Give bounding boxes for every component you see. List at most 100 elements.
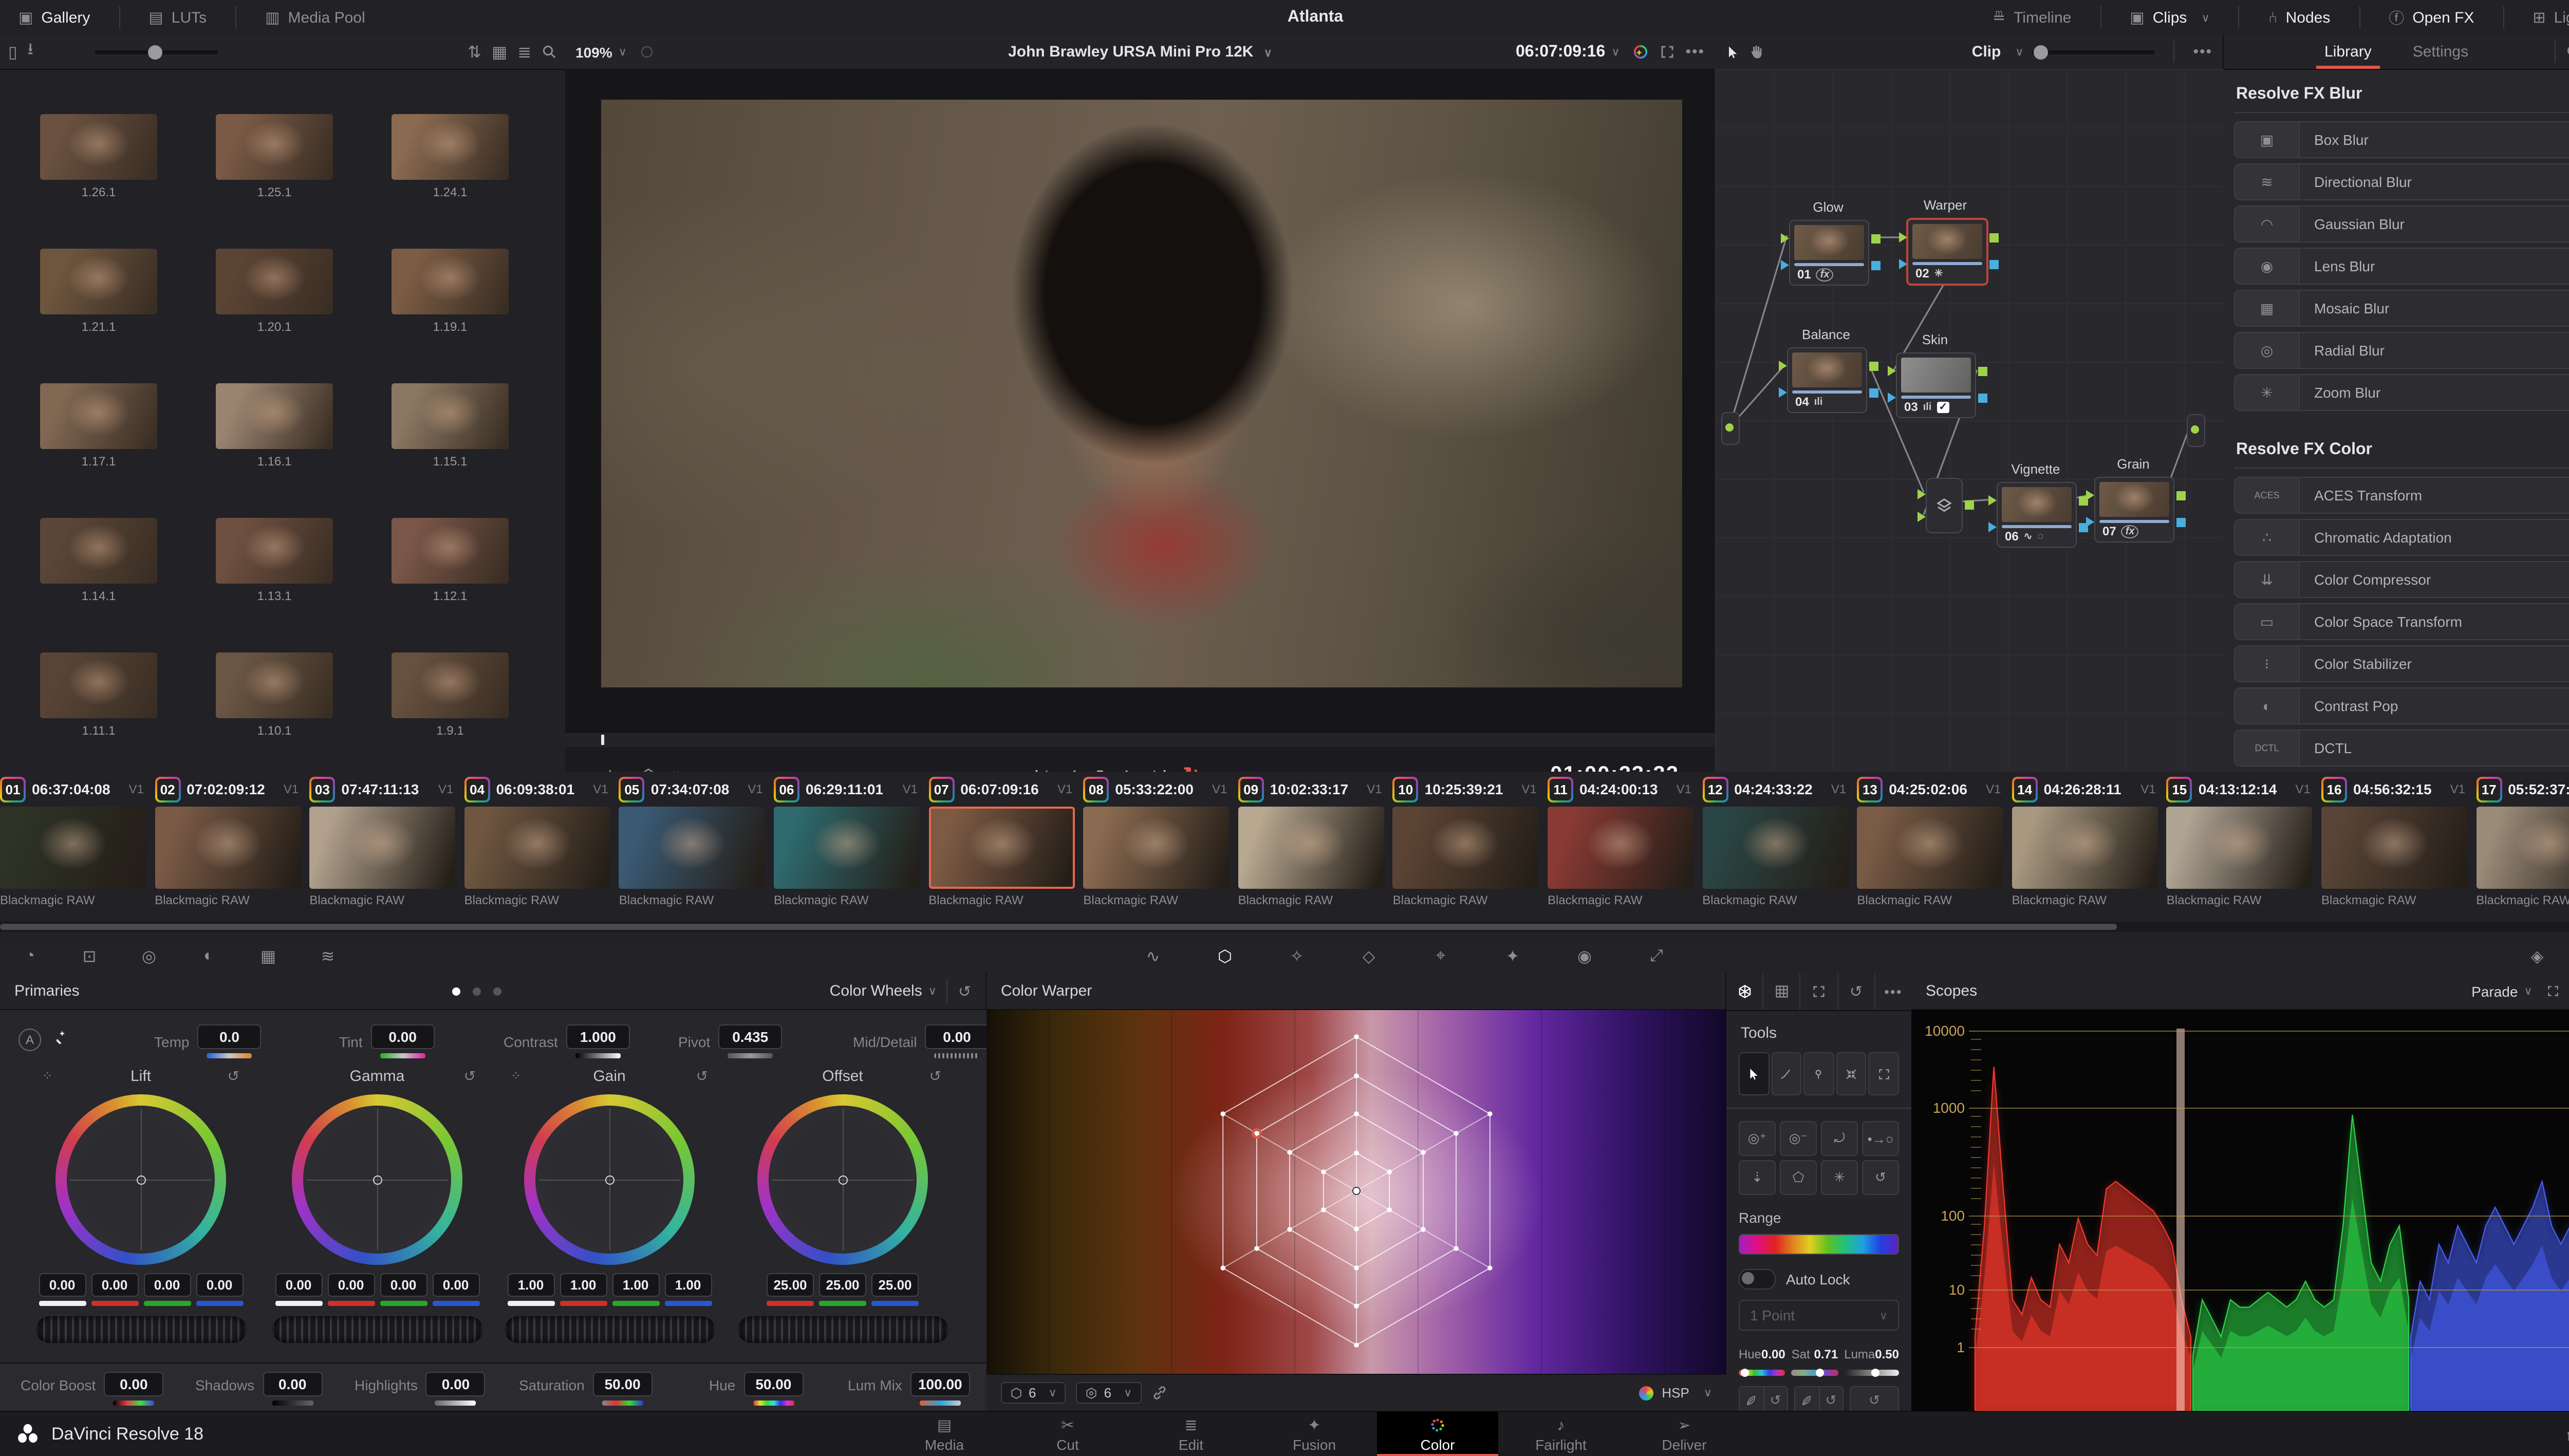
gamma-value-0[interactable]: 0.00 — [275, 1273, 322, 1297]
timeline-clip-thumbnail[interactable] — [155, 807, 301, 889]
shadows-value[interactable]: 0.00 — [263, 1372, 323, 1396]
jog-strip[interactable] — [565, 732, 1715, 747]
reset-selection-button[interactable]: ↺ — [1862, 1160, 1899, 1195]
slider-knob[interactable] — [148, 45, 163, 59]
remove-point-button[interactable]: ◎⁻ — [1780, 1121, 1817, 1156]
timeline-clip[interactable]: 09 10:02:33:17 V1 Blackmagic RAW — [1238, 772, 1392, 907]
timeline-clip[interactable]: 02 07:02:09:12 V1 Blackmagic RAW — [155, 772, 309, 907]
top-tab-gallery[interactable]: ▣ Gallery — [0, 0, 108, 35]
page-tab-cut[interactable]: ✂ Cut — [1007, 1412, 1128, 1456]
white-balance-picker-icon[interactable] — [53, 1029, 71, 1046]
gamma-value-2[interactable]: 0.00 — [380, 1273, 427, 1297]
top-tab-clips[interactable]: ▣ Clips ∨ — [2111, 0, 2228, 35]
gallery-still-thumb[interactable] — [40, 249, 157, 314]
sizing-palette-icon[interactable]: ⤢ — [1639, 940, 1674, 973]
gamma-value-3[interactable]: 0.00 — [432, 1273, 479, 1297]
clip-number-badge[interactable]: 09 — [1238, 776, 1264, 802]
page-tab-deliver[interactable]: ➢ Deliver — [1624, 1412, 1745, 1456]
library-tab-library[interactable]: Library — [2304, 35, 2392, 69]
auto-lock-toggle[interactable] — [1739, 1269, 1776, 1290]
offset-reset-icon[interactable]: ↺ — [929, 1067, 941, 1085]
gain-value-0[interactable]: 1.00 — [507, 1273, 554, 1297]
source-node[interactable] — [1721, 412, 1740, 445]
page-tab-color[interactable]: Color — [1377, 1412, 1498, 1456]
gamma-value-1[interactable]: 0.00 — [327, 1273, 375, 1297]
timeline-clip[interactable]: 01 06:37:04:08 V1 Blackmagic RAW — [0, 772, 154, 907]
warper-mesh[interactable] — [986, 1010, 1726, 1374]
timeline-clip-thumbnail[interactable] — [2012, 807, 2158, 889]
hue-reset-button[interactable]: ↺ — [1764, 1387, 1787, 1414]
library-item-color-stabilizer[interactable]: ⁝ Color Stabilizer — [2234, 645, 2569, 682]
hdr-grade-palette-icon[interactable]: ◐ — [191, 940, 226, 973]
top-tab-nodes[interactable]: ⑃ Nodes — [2250, 0, 2349, 35]
library-item-chromatic-adaptation[interactable]: ∴ Chromatic Adaptation — [2234, 519, 2569, 556]
pin-tool-button[interactable] — [1803, 1052, 1834, 1095]
clip-number-badge[interactable]: 10 — [1392, 776, 1419, 802]
gallery-still-thumb[interactable] — [40, 518, 157, 584]
select-tool-button[interactable] — [1739, 1052, 1770, 1095]
hue-steps-dropdown[interactable]: 6 ∨ — [1001, 1382, 1066, 1404]
timeline-clip[interactable]: 13 04:25:02:06 V1 Blackmagic RAW — [1857, 772, 2011, 907]
curves-palette-icon[interactable]: ∿ — [1135, 940, 1170, 973]
gain-value-2[interactable]: 1.00 — [612, 1273, 659, 1297]
gallery-still[interactable]: 1.25.1 — [216, 114, 333, 199]
add-point-button[interactable]: ◎⁺ — [1739, 1121, 1776, 1156]
draw-tool-button[interactable] — [1771, 1052, 1802, 1095]
viewer-options-icon[interactable]: ••• — [1685, 43, 1705, 61]
node-zoom-knob[interactable] — [2034, 45, 2049, 59]
gamma-reset-icon[interactable]: ↺ — [464, 1067, 476, 1085]
printer-lights-icon[interactable]: ⁘ — [42, 1069, 52, 1083]
timeline-clip-thumbnail[interactable] — [2321, 807, 2467, 889]
scope-mode-chevron-icon[interactable]: ∨ — [2524, 984, 2532, 998]
wheel-mode-chevron-icon[interactable]: ∨ — [928, 984, 937, 998]
lum-mix-value[interactable]: 100.00 — [910, 1372, 970, 1396]
range-gradient-strip[interactable] — [1739, 1234, 1899, 1255]
resolve-fx-enhance-icon[interactable] — [1632, 43, 1649, 61]
warper-canvas[interactable] — [986, 1010, 1726, 1374]
timecode-chevron-icon[interactable]: ∨ — [1611, 45, 1619, 59]
expand-warper-icon[interactable] — [1801, 973, 1838, 1010]
gallery-still-thumb[interactable] — [216, 652, 333, 718]
clip-number-badge[interactable]: 01 — [0, 776, 26, 802]
clip-number-badge[interactable]: 04 — [464, 776, 490, 802]
timeline-clip-thumbnail[interactable] — [1702, 807, 1849, 889]
library-item-box-blur[interactable]: ▣ Box Blur — [2234, 121, 2569, 158]
page-tab-fusion[interactable]: ✦ Fusion — [1254, 1412, 1375, 1456]
magic-mask-palette-icon[interactable]: ✦ — [1495, 940, 1530, 973]
mesh-select-button[interactable]: ✳ — [1821, 1160, 1858, 1195]
gallery-still-thumb[interactable] — [392, 518, 509, 584]
color-wheels-palette-icon[interactable]: ◎ — [132, 940, 166, 973]
auto-balance-icon[interactable]: A — [18, 1029, 41, 1051]
gallery-still[interactable]: 1.16.1 — [216, 383, 333, 469]
page-tab-fairlight[interactable]: ♪ Fairlight — [1500, 1412, 1622, 1456]
timeline-scrollbar[interactable] — [0, 922, 2569, 932]
timeline-clip-thumbnail[interactable] — [1392, 807, 1539, 889]
gallery-still[interactable]: 1.26.1 — [40, 114, 157, 199]
sat-feather-button[interactable] — [1795, 1387, 1819, 1414]
gallery-still[interactable]: 1.11.1 — [40, 652, 157, 738]
timeline-clip-thumbnail[interactable] — [1548, 807, 1693, 889]
rgb-mixer-palette-icon[interactable]: ▦ — [251, 940, 286, 973]
library-item-gaussian-blur[interactable]: ◠ Gaussian Blur — [2234, 206, 2569, 242]
offset-value-2[interactable]: 25.00 — [871, 1273, 919, 1297]
timeline-clip[interactable]: 11 04:24:00:13 V1 Blackmagic RAW — [1548, 772, 1702, 907]
scope-mode-label[interactable]: Parade — [2471, 983, 2518, 999]
sat-reset-button[interactable]: ↺ — [1819, 1387, 1842, 1414]
reroute-button[interactable]: ⤾ — [1821, 1121, 1858, 1156]
timeline-clip[interactable]: 12 04:24:33:22 V1 Blackmagic RAW — [1702, 772, 1856, 907]
warper-reset-icon[interactable]: ↺ — [1838, 973, 1875, 1010]
expand-scopes-icon[interactable] — [2547, 984, 2560, 998]
node-zoom-slider[interactable] — [2032, 45, 2155, 59]
timeline-clip[interactable]: 16 04:56:32:15 V1 Blackmagic RAW — [2321, 772, 2475, 907]
gallery-still[interactable]: 1.20.1 — [216, 249, 333, 334]
library-item-lens-blur[interactable]: ◉ Lens Blur — [2234, 248, 2569, 285]
library-item-aces-transform[interactable]: ACES ACES Transform — [2234, 477, 2569, 514]
highlights-value[interactable]: 0.00 — [425, 1372, 486, 1396]
warper-options-icon[interactable]: ••• — [1875, 973, 1911, 1010]
gain-value-1[interactable]: 1.00 — [560, 1273, 607, 1297]
library-item-zoom-blur[interactable]: ✳ Zoom Blur — [2234, 374, 2569, 411]
timeline-clip-thumbnail[interactable] — [1238, 807, 1384, 889]
primaries-reset-icon[interactable]: ↺ — [958, 982, 971, 1000]
library-item-contrast-pop[interactable]: ◐ Contrast Pop — [2234, 687, 2569, 724]
select-column-button[interactable]: ⇣ — [1739, 1160, 1776, 1195]
